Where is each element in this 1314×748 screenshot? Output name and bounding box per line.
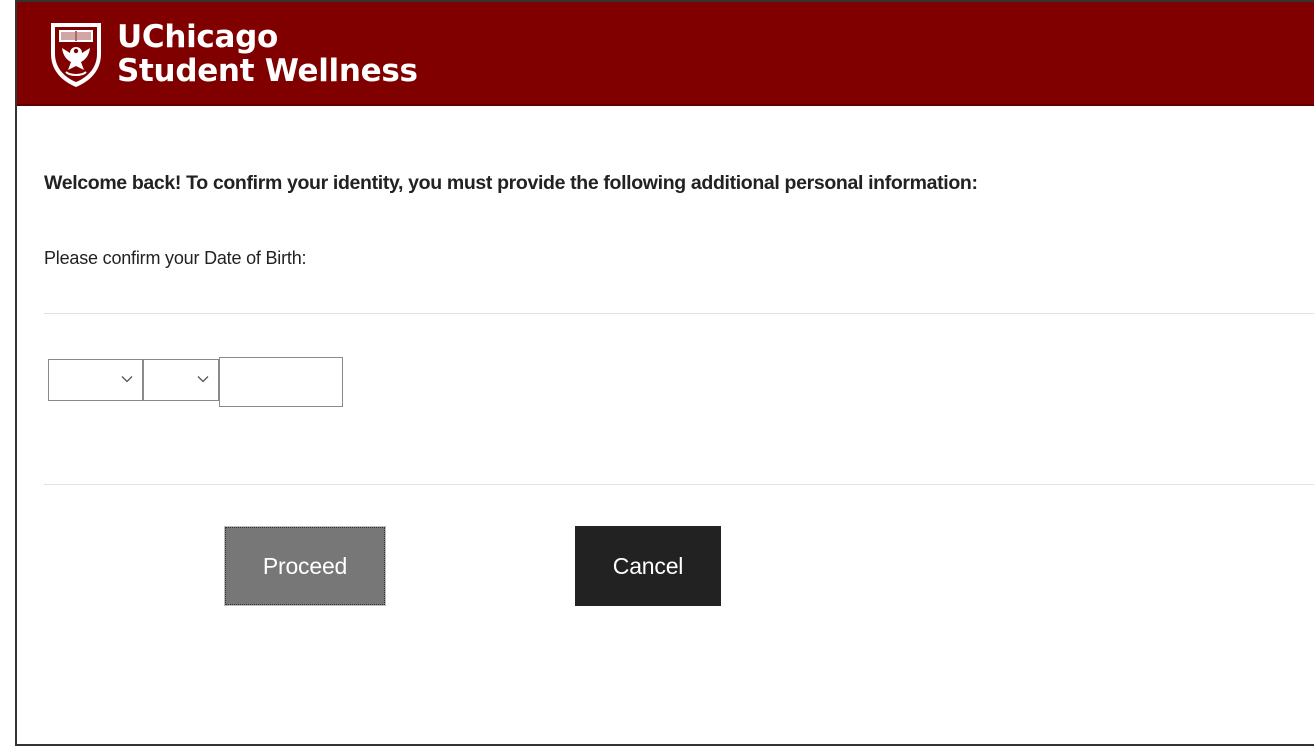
dob-prompt-label: Please confirm your Date of Birth: xyxy=(44,248,307,268)
cancel-button[interactable]: Cancel xyxy=(575,526,721,606)
uchicago-phoenix-shield-icon xyxy=(51,23,101,87)
proceed-button[interactable]: Proceed xyxy=(224,526,386,606)
divider-top xyxy=(44,313,1314,314)
page-frame: UChicago Student Wellness Welcome back! … xyxy=(15,0,1314,746)
welcome-message: Welcome back! To confirm your identity, … xyxy=(44,172,978,194)
brand-line-uchicago: UChicago xyxy=(117,19,279,55)
chevron-down-icon xyxy=(197,376,209,383)
month-select[interactable] xyxy=(48,359,143,401)
brand-title: UChicago Student Wellness xyxy=(117,20,418,88)
chevron-down-icon xyxy=(121,376,133,383)
year-input[interactable] xyxy=(219,357,343,407)
brand-line-student-wellness: Student Wellness xyxy=(117,53,418,89)
divider-bottom xyxy=(44,484,1314,485)
site-header: UChicago Student Wellness xyxy=(17,2,1314,106)
day-select[interactable] xyxy=(143,359,219,401)
